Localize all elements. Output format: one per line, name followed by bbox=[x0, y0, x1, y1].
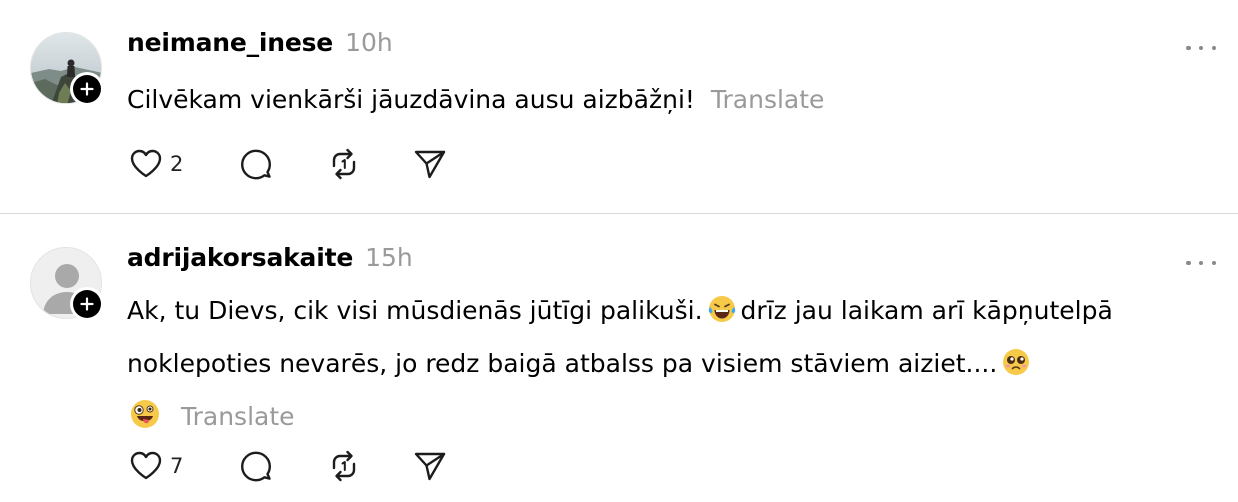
more-button[interactable] bbox=[1186, 253, 1216, 273]
avatar-wrap[interactable] bbox=[30, 247, 104, 321]
like-button[interactable]: 7 bbox=[128, 448, 238, 484]
more-icon bbox=[1186, 45, 1191, 51]
post: neimane_inese 10h Cilvēkam vienkārši jāu… bbox=[0, 0, 1238, 214]
post-text: Cilvēkam vienkārši jāuzdāvina ausu aizbā… bbox=[127, 76, 1197, 124]
like-button[interactable]: 2 bbox=[128, 146, 238, 182]
plus-icon bbox=[80, 82, 94, 96]
follow-button[interactable] bbox=[70, 72, 104, 106]
share-button[interactable] bbox=[412, 448, 448, 484]
send-icon bbox=[414, 452, 446, 481]
more-icon bbox=[1186, 260, 1191, 266]
timestamp[interactable]: 10h bbox=[345, 28, 393, 57]
post-header: neimane_inese 10h bbox=[127, 28, 393, 57]
comment-icon bbox=[241, 149, 271, 180]
username[interactable]: neimane_inese bbox=[127, 28, 333, 57]
follow-button[interactable] bbox=[70, 287, 104, 321]
action-bar: 7 bbox=[128, 448, 448, 484]
post-text: Ak, tu Dievs, cik visi mūsdienās jūtīgi … bbox=[127, 287, 1197, 446]
repost-icon bbox=[332, 148, 356, 180]
translate-link[interactable]: Translate bbox=[711, 85, 825, 114]
heart-icon bbox=[130, 451, 162, 480]
avatar-wrap[interactable] bbox=[30, 32, 104, 106]
send-icon bbox=[414, 150, 446, 179]
like-count: 7 bbox=[170, 454, 184, 478]
post: adrijakorsakaite 15h Ak, tu Dievs, cik v… bbox=[0, 215, 1238, 502]
more-button[interactable] bbox=[1186, 38, 1216, 58]
zany-emoji-icon bbox=[129, 398, 161, 446]
timestamp[interactable]: 15h bbox=[365, 243, 413, 272]
translate-link[interactable]: Translate bbox=[181, 402, 295, 431]
post-text-content: Cilvēkam vienkārši jāuzdāvina ausu aizbā… bbox=[127, 85, 695, 114]
like-count: 2 bbox=[170, 152, 184, 176]
comment-icon bbox=[241, 451, 271, 482]
pleading-emoji-icon bbox=[1001, 345, 1031, 393]
action-bar: 2 bbox=[128, 146, 448, 182]
reply-button[interactable] bbox=[238, 146, 326, 182]
post-header: adrijakorsakaite 15h bbox=[127, 243, 413, 272]
repost-button[interactable] bbox=[326, 146, 412, 182]
username[interactable]: adrijakorsakaite bbox=[127, 243, 353, 272]
share-button[interactable] bbox=[412, 146, 448, 182]
post-text-part-1: Ak, tu Dievs, cik visi mūsdienās jūtīgi … bbox=[127, 296, 703, 325]
repost-icon bbox=[332, 450, 356, 482]
plus-icon bbox=[80, 297, 94, 311]
heart-icon bbox=[130, 149, 162, 178]
post-divider bbox=[0, 213, 1238, 214]
laughing-emoji-icon bbox=[707, 292, 737, 340]
reply-button[interactable] bbox=[238, 448, 326, 484]
repost-button[interactable] bbox=[326, 448, 412, 484]
